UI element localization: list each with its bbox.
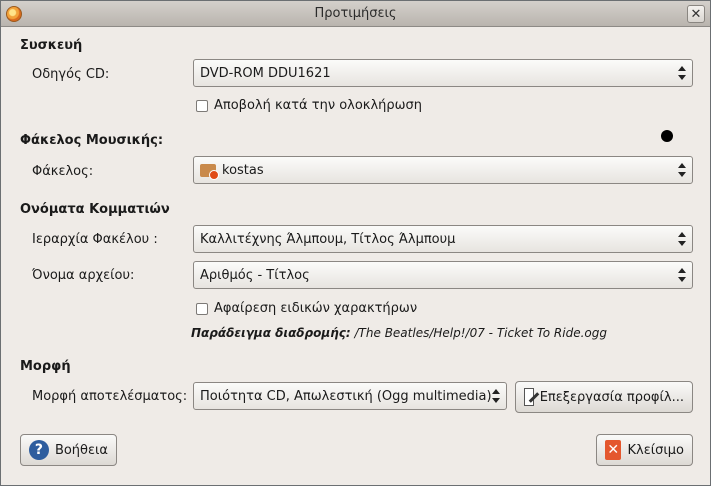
help-label: Βοήθεια: [54, 442, 108, 458]
folder-hierarchy-select[interactable]: Καλλιτέχνης Άλμπουμ, Τίτλος Άλμπουμ: [193, 225, 693, 253]
preferences-dialog: Προτιμήσεις ✕ Συσκευή Οδηγός CD: DVD-ROM…: [0, 0, 711, 486]
folder-icon: [200, 163, 219, 180]
combo-arrows-icon: [492, 389, 500, 403]
track-names-section-title: Ονόματα Κομματιών: [20, 202, 170, 217]
output-format-select[interactable]: Ποιότητα CD, Απωλεστική (Ogg multimedia): [193, 382, 507, 410]
help-button[interactable]: ? Βοήθεια: [20, 434, 117, 466]
folder-label-text: Φάκελος:: [32, 164, 94, 179]
window-title: Προτιμήσεις: [314, 6, 397, 21]
combo-arrows-icon: [678, 232, 686, 246]
folder-label: Φάκελος:: [32, 164, 93, 179]
folder-value: kostas: [222, 162, 264, 178]
strip-label: Αφαίρεση ειδικών χαρακτήρων: [214, 301, 418, 316]
eject-checkbox[interactable]: Αποβολή κατά την ολοκλήρωση: [196, 98, 422, 113]
filename-label: Όνομα αρχείου:: [32, 268, 135, 283]
combo-arrows-icon: [678, 66, 686, 80]
example-path-value: /The Beatles/Help!/07 - Ticket To Ride.o…: [354, 326, 607, 340]
device-section-title: Συσκευή: [20, 38, 83, 53]
checkbox-box[interactable]: [196, 99, 208, 112]
eject-label: Αποβολή κατά την ολοκλήρωση: [214, 98, 423, 113]
example-path: Παράδειγμα διαδρομής: /The Beatles/Help!…: [191, 326, 607, 340]
folder-select[interactable]: kostas: [193, 156, 693, 184]
combo-arrows-icon: [678, 163, 686, 177]
output-format-label: Μορφή αποτελέσματος:: [32, 389, 188, 404]
example-label: Παράδειγμα διαδρομής:: [191, 326, 351, 340]
close-button[interactable]: ✕ Κλείσιμο: [596, 434, 693, 466]
hierarchy-value: Καλλιτέχνης Άλμπουμ, Τίτλος Άλμπουμ: [200, 231, 456, 247]
cursor-dot: [661, 130, 673, 142]
close-icon: ✕: [605, 440, 622, 460]
format-section-title: Μορφή: [20, 359, 71, 374]
cd-drive-value: DVD-ROM DDU1621: [200, 65, 331, 81]
filename-value: Αριθμός - Τίτλος: [200, 267, 310, 283]
edit-profiles-label: Επεξεργασία προφίλ...: [539, 389, 684, 405]
close-icon: ✕: [690, 6, 702, 22]
output-format-value: Ποιότητα CD, Απωλεστική (Ogg multimedia): [200, 388, 492, 404]
cd-drive-label: Οδηγός CD:: [32, 67, 110, 82]
close-label: Κλείσιμο: [627, 442, 684, 458]
hierarchy-label: Ιεραρχία Φακέλου :: [32, 232, 158, 247]
checkbox-box[interactable]: [196, 302, 208, 315]
music-folder-section-title: Φάκελος Μουσικής:: [20, 133, 164, 148]
help-icon: ?: [29, 440, 49, 460]
combo-arrows-icon: [678, 268, 686, 282]
strip-special-chars-checkbox[interactable]: Αφαίρεση ειδικών χαρακτήρων: [196, 301, 417, 316]
window-close-button[interactable]: ✕: [687, 5, 705, 23]
title-bar: Προτιμήσεις ✕: [1, 1, 710, 27]
edit-icon: [524, 388, 534, 406]
edit-profiles-button[interactable]: Επεξεργασία προφίλ...: [515, 381, 693, 413]
filename-pattern-select[interactable]: Αριθμός - Τίτλος: [193, 261, 693, 289]
cd-drive-select[interactable]: DVD-ROM DDU1621: [193, 59, 693, 87]
